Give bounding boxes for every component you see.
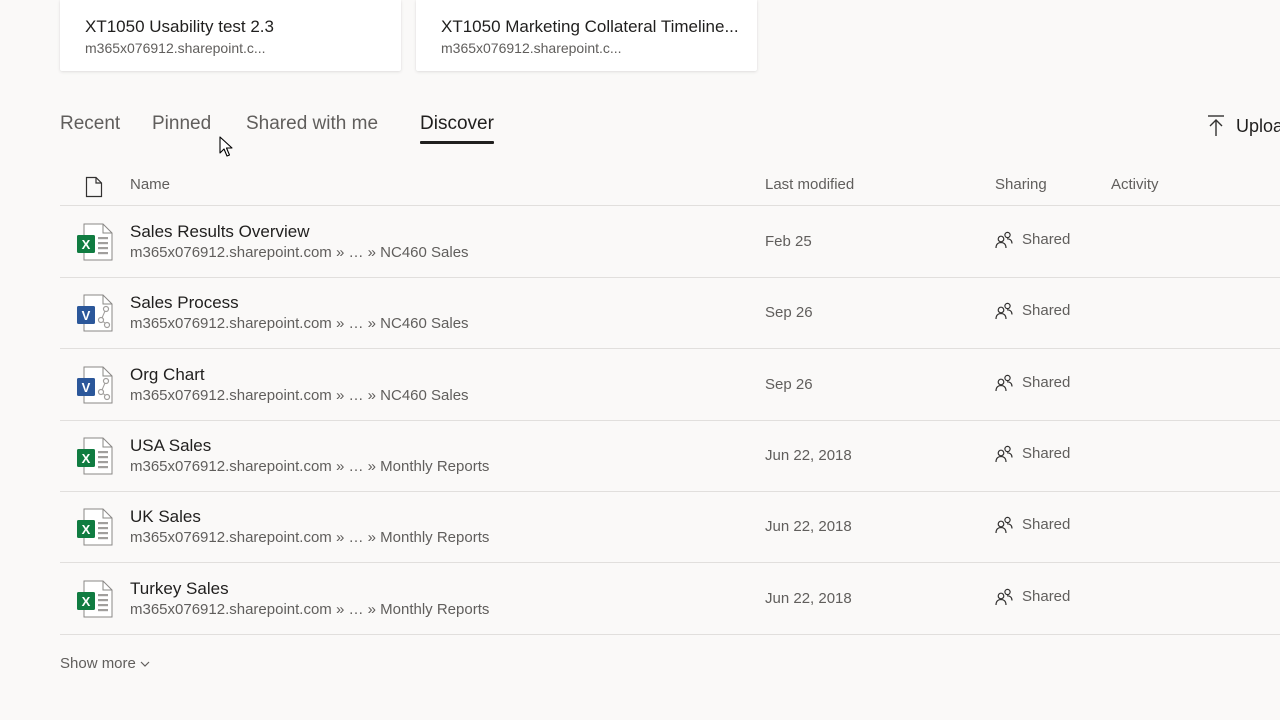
excel-file-icon: X — [77, 437, 113, 475]
sharing-status[interactable]: Shared — [995, 231, 1070, 249]
excel-file-icon: X — [77, 223, 113, 261]
sharing-label: Shared — [1022, 587, 1071, 605]
table-row[interactable]: X USA Sales m365x076912.sharepoint.com » …… — [60, 420, 1280, 492]
sharing-label: Shared — [1022, 516, 1071, 534]
file-list-header: Name Last modified Sharing Activity — [60, 170, 1280, 206]
file-location: m365x076912.sharepoint.com » … » Monthly… — [130, 457, 490, 475]
tab-discover[interactable]: Discover — [420, 110, 494, 144]
svg-text:V: V — [82, 380, 91, 395]
svg-text:V: V — [82, 308, 91, 323]
sharing-label: Shared — [1022, 373, 1071, 391]
people-icon — [995, 445, 1013, 462]
file-location: m365x076912.sharepoint.com » … » NC460 S… — [130, 386, 469, 404]
sharing-status[interactable]: Shared — [995, 302, 1070, 320]
sharing-status[interactable]: Shared — [995, 516, 1070, 534]
show-more-button[interactable]: Show more — [60, 655, 150, 673]
file-name-link[interactable]: Turkey Sales — [130, 579, 229, 599]
file-location: m365x076912.sharepoint.com » … » NC460 S… — [130, 244, 469, 261]
sharing-label: Shared — [1022, 302, 1071, 320]
last-modified-cell: Sep 26 — [765, 304, 813, 322]
card-title: XT1050 Usability test 2.3 — [85, 17, 274, 36]
svg-text:X: X — [82, 451, 91, 466]
file-name-link[interactable]: UK Sales — [130, 507, 201, 527]
column-header-activity[interactable]: Activity — [1111, 176, 1159, 194]
file-name-link[interactable]: USA Sales — [130, 436, 211, 456]
file-type-cell: V — [76, 293, 114, 333]
sharing-status[interactable]: Shared — [995, 588, 1070, 606]
recommended-card-usability-test[interactable]: XT1050 Usability test 2.3 m365x076912.sh… — [60, 0, 401, 71]
upload-icon — [1208, 115, 1224, 136]
sharing-label: Shared — [1022, 444, 1071, 462]
column-header-last-modified[interactable]: Last modified — [765, 176, 854, 194]
last-modified-cell: Jun 22, 2018 — [765, 518, 852, 536]
tab-pinned[interactable]: Pinned — [152, 110, 211, 138]
file-type-cell: X — [76, 436, 114, 476]
people-icon — [995, 303, 1013, 320]
file-type-cell: X — [76, 507, 114, 547]
last-modified-cell: Feb 25 — [765, 233, 812, 250]
upload-button[interactable]: Uploa — [1206, 112, 1280, 140]
table-row[interactable]: V Sales Process m365x076912.sharepoint.com… — [60, 277, 1280, 350]
show-more-label: Show more — [60, 655, 136, 672]
visio-file-icon: V — [77, 366, 113, 404]
file-type-cell: X — [76, 222, 114, 262]
table-row[interactable]: X Turkey Sales m365x076912.sharepoint.com … — [60, 563, 1280, 635]
mouse-cursor-icon — [219, 136, 233, 157]
onedrive-home: XT1050 Usability test 2.3 m365x076912.sh… — [0, 0, 1280, 720]
last-modified-cell: Jun 22, 2018 — [765, 589, 852, 607]
recommended-card-marketing-timeline[interactable]: XT1050 Marketing Collateral Timeline... … — [416, 0, 757, 71]
table-row[interactable]: X Sales Results Overview m365x076912.share… — [60, 206, 1280, 278]
tab-recent[interactable]: Recent — [60, 110, 120, 138]
file-name-link[interactable]: Sales Results Overview — [130, 222, 310, 242]
svg-text:X: X — [82, 237, 91, 252]
people-icon — [995, 374, 1013, 391]
sharing-status[interactable]: Shared — [995, 374, 1070, 392]
excel-file-icon: X — [77, 580, 113, 617]
svg-text:X: X — [82, 594, 91, 609]
upload-label: Uploa — [1236, 115, 1280, 136]
file-location: m365x076912.sharepoint.com » … » Monthly… — [130, 600, 490, 618]
people-icon — [995, 516, 1013, 534]
people-icon — [995, 231, 1013, 249]
sharing-status[interactable]: Shared — [995, 445, 1070, 463]
file-type-cell: V — [76, 365, 114, 405]
column-header-name[interactable]: Name — [130, 176, 170, 194]
chevron-down-icon — [140, 661, 150, 667]
table-row[interactable]: V Org Chart m365x076912.sharepoint.com » …… — [60, 349, 1280, 421]
excel-file-icon: X — [77, 508, 113, 546]
visio-file-icon: V — [77, 294, 113, 332]
file-location: m365x076912.sharepoint.com » … » Monthly… — [130, 529, 490, 547]
file-type-header[interactable] — [85, 176, 103, 203]
card-title: XT1050 Marketing Collateral Timeline... — [441, 17, 739, 36]
people-icon — [995, 588, 1013, 605]
file-type-cell: X — [76, 579, 114, 619]
table-row[interactable]: X UK Sales m365x076912.sharepoint.com » … … — [60, 491, 1280, 564]
sharing-label: Shared — [1022, 231, 1071, 248]
last-modified-cell: Sep 26 — [765, 375, 813, 393]
last-modified-cell: Jun 22, 2018 — [765, 446, 852, 464]
column-header-sharing[interactable]: Sharing — [995, 176, 1047, 194]
file-icon — [85, 176, 103, 198]
card-location: m365x076912.sharepoint.c... — [441, 40, 622, 56]
svg-text:X: X — [82, 522, 91, 537]
tab-shared-with-me[interactable]: Shared with me — [246, 110, 378, 138]
card-location: m365x076912.sharepoint.c... — [85, 40, 266, 56]
file-name-link[interactable]: Sales Process — [130, 293, 239, 313]
file-name-link[interactable]: Org Chart — [130, 365, 205, 385]
file-location: m365x076912.sharepoint.com » … » NC460 S… — [130, 315, 469, 333]
